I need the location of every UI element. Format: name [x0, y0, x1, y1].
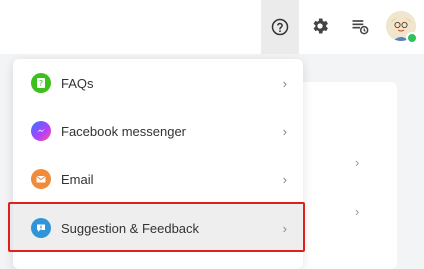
highlight-box	[8, 202, 305, 252]
queue-button[interactable]	[341, 7, 379, 45]
online-status-dot	[406, 32, 418, 44]
email-icon	[31, 169, 51, 189]
faq-icon: ?	[31, 73, 51, 93]
queue-list-icon	[352, 20, 369, 35]
svg-text:?: ?	[39, 79, 43, 88]
settings-gear-icon	[313, 18, 328, 34]
background-chevron-icon: ›	[355, 204, 360, 219]
chevron-right-icon: ›	[282, 75, 287, 91]
menu-item-facebook-messenger[interactable]: Facebook messenger ›	[13, 107, 303, 155]
help-circle-icon	[271, 18, 289, 36]
menu-item-email[interactable]: Email ›	[13, 155, 303, 203]
menu-item-faqs[interactable]: ? FAQs ›	[13, 59, 303, 107]
chevron-right-icon: ›	[282, 123, 287, 139]
settings-button[interactable]	[301, 7, 339, 45]
menu-item-label: Email	[61, 171, 94, 187]
menu-item-label: FAQs	[61, 75, 94, 91]
chevron-right-icon: ›	[282, 171, 287, 187]
messenger-icon	[31, 121, 51, 141]
top-bar	[0, 0, 424, 54]
background-chevron-icon: ›	[355, 155, 360, 170]
menu-item-label: Facebook messenger	[61, 123, 187, 139]
help-button[interactable]	[261, 0, 299, 54]
